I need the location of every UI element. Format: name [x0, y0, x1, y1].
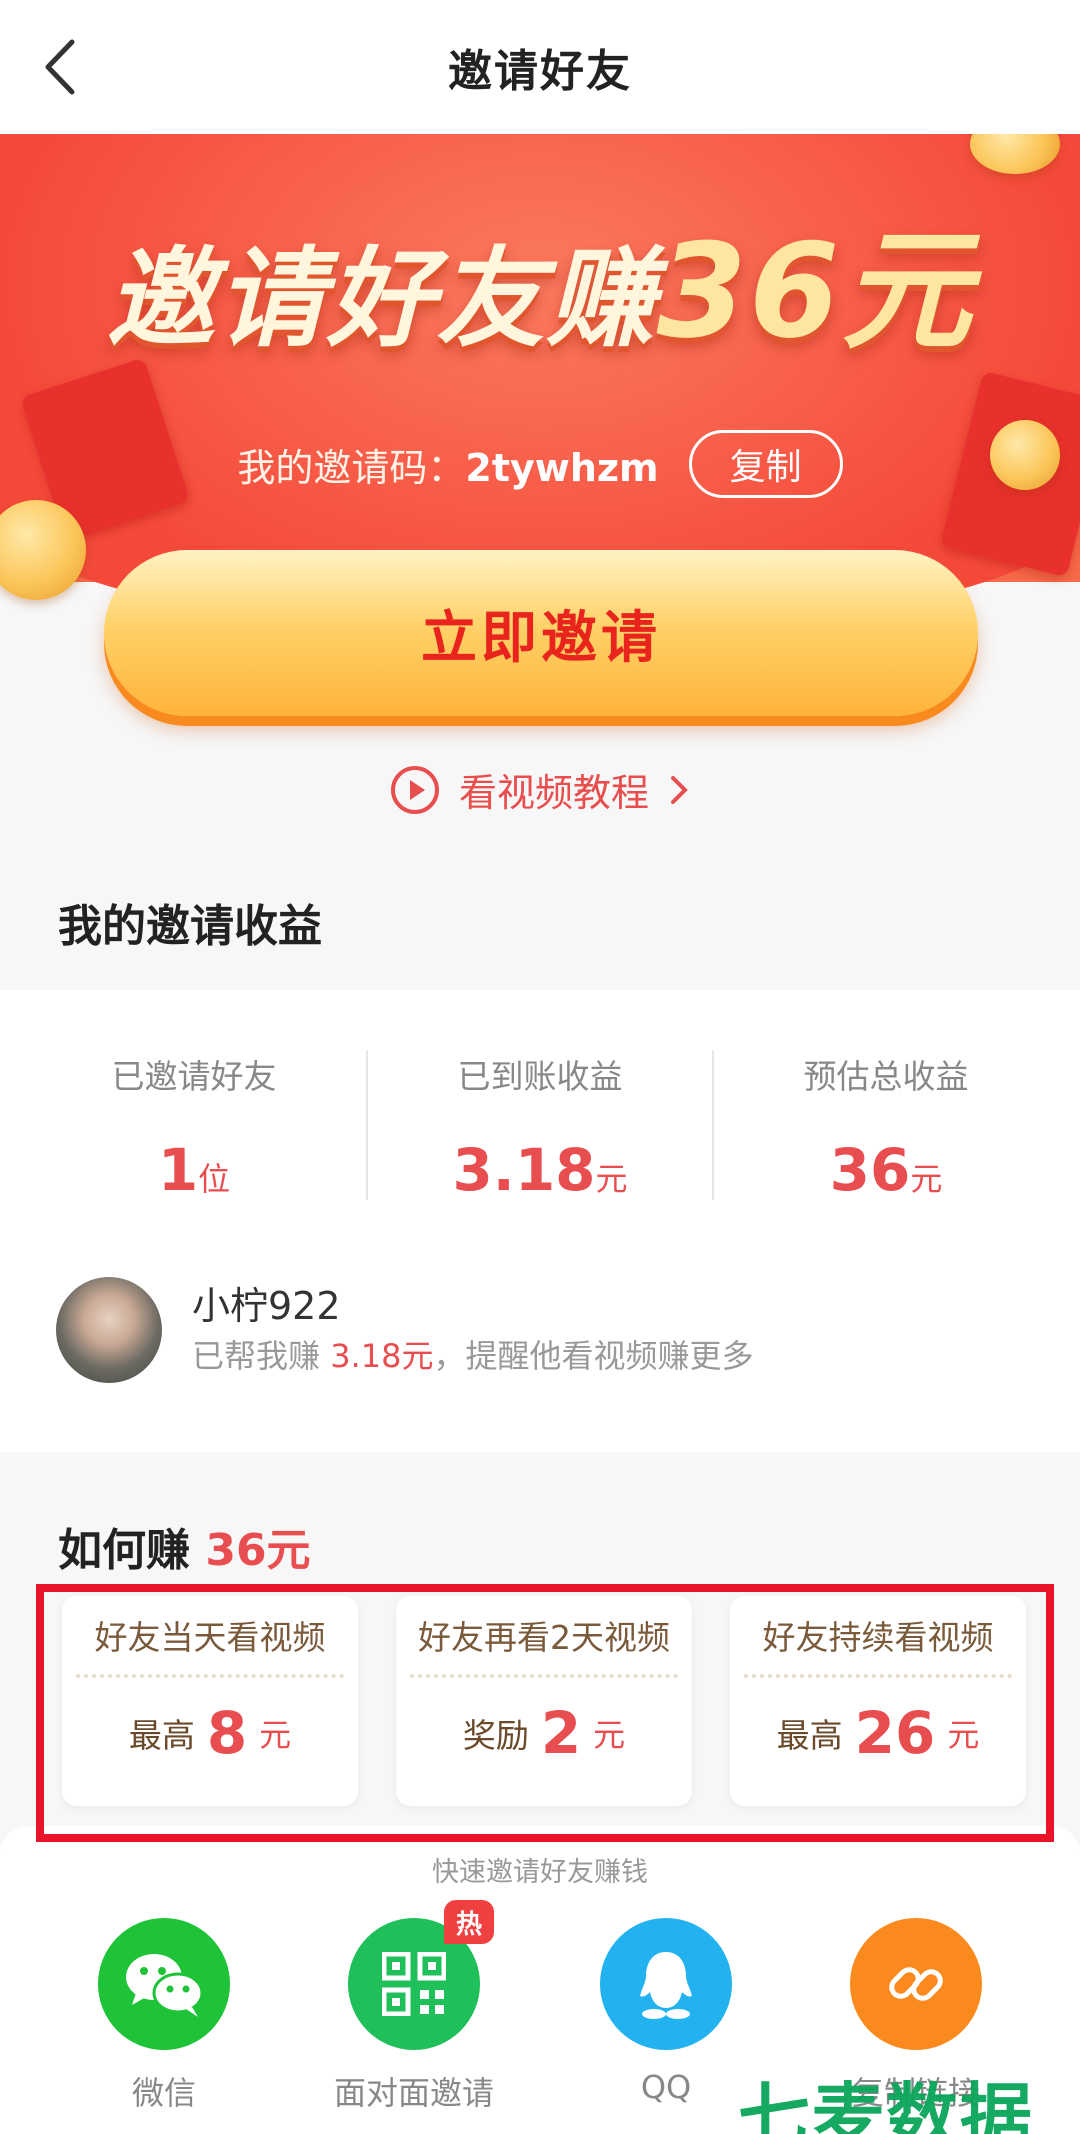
- share-wechat-button[interactable]: 微信: [54, 1918, 274, 2114]
- stat-value: 36元: [713, 1136, 1059, 1204]
- stat-value: 1位: [21, 1136, 367, 1204]
- share-label: 面对面邀请: [333, 2074, 494, 2112]
- header-bar: 邀请好友: [0, 0, 1080, 134]
- stat-estimated-total: 预估总收益 36元: [713, 1050, 1059, 1204]
- stat-label: 已邀请好友: [111, 1057, 277, 1096]
- earnings-card: 已邀请好友 1位 已到账收益 3.18元 预估总收益 36元 小柠922 已帮我…: [0, 990, 1080, 1452]
- friend-name: 小柠922: [192, 1284, 341, 1328]
- share-title: 快速邀请好友赚钱: [432, 1857, 648, 1888]
- headline-amount: 36元: [656, 215, 974, 367]
- how-title-amount: 36元: [205, 1525, 311, 1576]
- desc-amount: 3.18元: [330, 1337, 434, 1375]
- watermark-logo: 七麦数据: [738, 2075, 1035, 2134]
- stat-received-earnings: 已到账收益 3.18元: [367, 1050, 713, 1204]
- stat-number: 1: [157, 1136, 199, 1204]
- how-to-earn-title: 如何赚 36元: [58, 1514, 311, 1578]
- invited-friend-row[interactable]: 小柠922 已帮我赚 3.18元，提醒他看视频赚更多: [56, 1275, 1026, 1385]
- invite-banner: 邀请好友赚36元 我的邀请码：2tywhzm 复制 立即邀请: [0, 134, 1080, 774]
- play-circle-icon: [390, 765, 439, 814]
- qrcode-icon: 热: [348, 1900, 494, 2050]
- share-face-to-face-button[interactable]: 热 面对面邀请: [304, 1900, 524, 2114]
- how-title-text: 如何赚: [58, 1525, 190, 1576]
- avatar: [56, 1277, 162, 1383]
- stat-label: 预估总收益: [803, 1057, 969, 1096]
- friend-earning-desc: 已帮我赚 3.18元，提醒他看视频赚更多: [192, 1331, 753, 1377]
- invite-code-group: 我的邀请码：2tywhzm: [237, 437, 658, 492]
- stat-label: 已到账收益: [457, 1057, 623, 1096]
- invite-now-button[interactable]: 立即邀请: [104, 550, 978, 716]
- invite-code-label: 我的邀请码：: [237, 445, 466, 490]
- page-title: 邀请好友: [448, 46, 632, 97]
- highlight-frame: [36, 1584, 1054, 1842]
- headline-text: 邀请好友赚: [106, 237, 657, 362]
- invite-code-row: 我的邀请码：2tywhzm 复制: [0, 430, 1080, 498]
- stat-invited-friends: 已邀请好友 1位: [21, 1050, 367, 1204]
- link-icon: [850, 1918, 982, 2050]
- hot-badge: 热: [444, 1900, 494, 1944]
- stat-unit: 元: [910, 1160, 943, 1198]
- earnings-title: 我的邀请收益: [58, 901, 322, 952]
- desc-suffix: ，提醒他看视频赚更多: [433, 1337, 754, 1375]
- banner-headline: 邀请好友赚36元: [0, 186, 1080, 374]
- video-tutorial-link[interactable]: 看视频教程: [0, 762, 1080, 817]
- share-label: 微信: [131, 2074, 196, 2112]
- invite-code-value: 2tywhzm: [465, 445, 659, 490]
- qq-icon: [600, 1918, 732, 2050]
- tutorial-label: 看视频教程: [458, 771, 649, 815]
- chevron-right-icon: [671, 775, 688, 804]
- back-arrow-icon[interactable]: [38, 36, 84, 98]
- stat-number: 3.18: [452, 1136, 596, 1204]
- stat-number: 36: [829, 1136, 911, 1204]
- wechat-icon: [98, 1918, 230, 2050]
- copy-code-button[interactable]: 复制: [688, 430, 843, 498]
- stat-value: 3.18元: [367, 1136, 713, 1204]
- desc-prefix: 已帮我赚: [192, 1337, 331, 1375]
- stat-unit: 元: [595, 1160, 628, 1198]
- stat-unit: 位: [198, 1160, 231, 1198]
